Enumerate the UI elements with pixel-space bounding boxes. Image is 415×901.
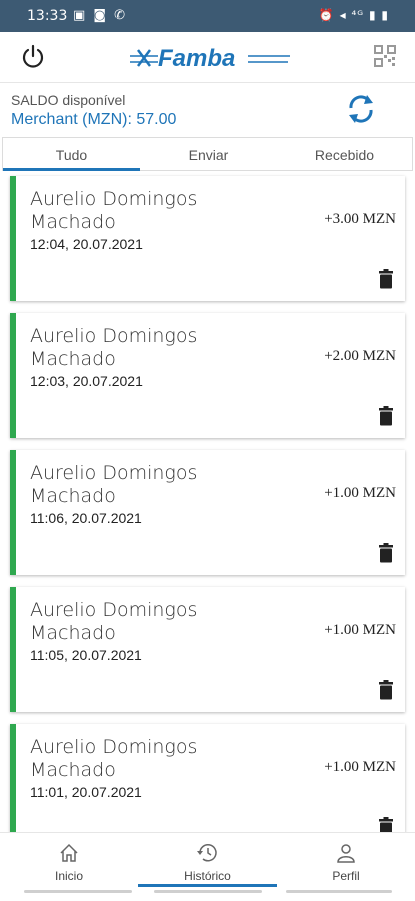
history-icon [197, 844, 217, 862]
nav-historico-label: Histórico [184, 869, 231, 883]
active-tab-indicator [138, 884, 277, 887]
transaction-amount: +2.00 MZN [324, 348, 396, 364]
refresh-icon[interactable] [345, 92, 377, 126]
transaction-card[interactable]: Aurelio Domingos Machado 11:06, 20.07.20… [10, 450, 405, 575]
qr-code-icon[interactable] [374, 45, 396, 67]
system-icons: ⏰ ◂ ⁴ᴳ ▮ ▮ [318, 8, 389, 22]
transaction-amount: +1.00 MZN [324, 485, 396, 501]
transaction-list[interactable]: Aurelio Domingos Machado 12:04, 20.07.20… [0, 172, 415, 832]
nav-inicio[interactable]: Inicio [0, 833, 138, 887]
transaction-datetime: 11:05, 20.07.2021 [30, 647, 142, 663]
profile-icon [337, 844, 355, 863]
transaction-datetime: 12:03, 20.07.2021 [30, 373, 143, 389]
balance-value: Merchant (MZN): 57.00 [11, 111, 177, 128]
nav-perfil-label: Perfil [332, 869, 360, 883]
system-nav-bar [24, 890, 132, 893]
transaction-card[interactable]: Aurelio Domingos Machado 12:04, 20.07.20… [10, 176, 405, 301]
famba-logo: Famba [130, 45, 290, 72]
trash-icon[interactable] [378, 543, 394, 563]
tab-enviar[interactable]: Enviar [140, 138, 277, 171]
status-bar: 13:33 ▣ ◙ ✆ ⏰ ◂ ⁴ᴳ ▮ ▮ [0, 0, 415, 32]
transaction-card[interactable]: Aurelio Domingos Machado 12:03, 20.07.20… [10, 313, 405, 438]
transaction-amount: +3.00 MZN [324, 211, 396, 227]
balance-label: SALDO disponível [11, 92, 126, 108]
system-nav-bar [154, 890, 262, 893]
notification-icons: ▣ ◙ ✆ [73, 8, 128, 23]
app-bar: Famba [0, 32, 415, 82]
trash-icon[interactable] [378, 406, 394, 426]
trash-icon[interactable] [378, 680, 394, 700]
transaction-card[interactable]: Aurelio Domingos Machado 11:05, 20.07.20… [10, 587, 405, 712]
transaction-name: Aurelio Domingos Machado [30, 599, 198, 644]
transaction-datetime: 11:06, 20.07.2021 [30, 510, 142, 526]
transaction-datetime: 12:04, 20.07.2021 [30, 236, 143, 252]
transaction-name: Aurelio Domingos Machado [30, 325, 198, 370]
transaction-datetime: 11:01, 20.07.2021 [30, 784, 142, 800]
system-nav-bar [286, 890, 392, 893]
home-icon [60, 843, 78, 862]
tab-recebido[interactable]: Recebido [277, 138, 412, 171]
nav-inicio-label: Inicio [54, 869, 83, 883]
status-time: 13:33 [27, 8, 68, 24]
transaction-name: Aurelio Domingos Machado [30, 462, 198, 507]
nav-historico[interactable]: Histórico [138, 833, 277, 887]
transaction-card[interactable]: Aurelio Domingos Machado 11:01, 20.07.20… [10, 724, 405, 832]
transaction-amount: +1.00 MZN [324, 622, 396, 638]
nav-perfil[interactable]: Perfil [277, 833, 415, 887]
transaction-amount: +1.00 MZN [324, 759, 396, 775]
filter-tabs: Tudo Enviar Recebido [2, 137, 413, 171]
transaction-name: Aurelio Domingos Machado [30, 736, 198, 781]
balance-section: SALDO disponível Merchant (MZN): 57.00 [0, 82, 415, 137]
transaction-name: Aurelio Domingos Machado [30, 188, 198, 233]
power-icon[interactable] [20, 44, 46, 70]
tab-tudo[interactable]: Tudo [3, 138, 140, 171]
logo-text: Famba [158, 45, 235, 72]
trash-icon[interactable] [378, 269, 394, 289]
trash-icon[interactable] [378, 817, 394, 832]
